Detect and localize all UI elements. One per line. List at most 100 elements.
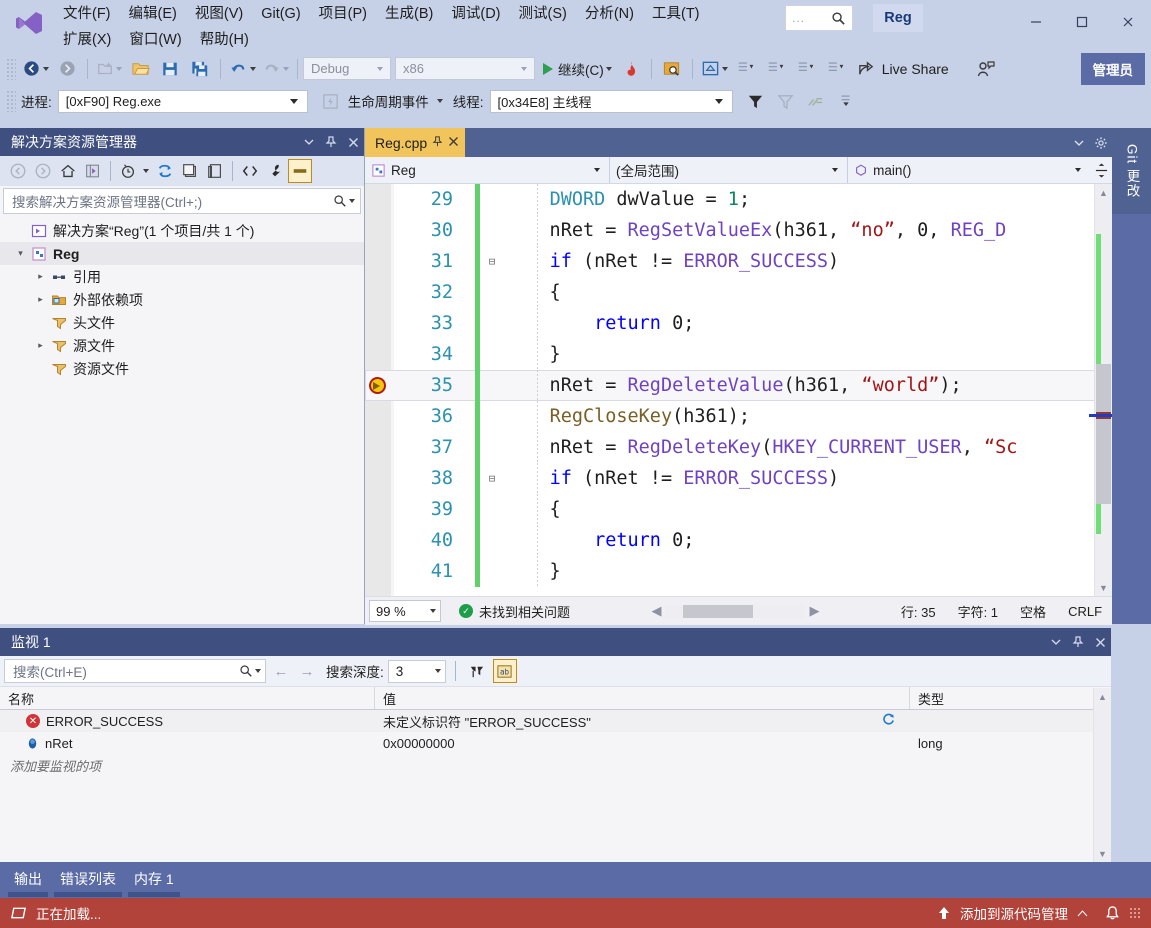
column-header-name[interactable]: 名称 — [0, 687, 375, 709]
continue-button[interactable]: 继续(C) — [539, 56, 616, 82]
tree-twisty[interactable]: ▾ — [12, 248, 29, 259]
window-layout-button-3[interactable] — [791, 56, 821, 82]
scroll-left-icon[interactable]: ◀ — [651, 603, 661, 619]
tab-list-dropdown-button[interactable] — [1068, 128, 1090, 157]
pin-filter-icon[interactable] — [465, 659, 489, 683]
save-button[interactable] — [155, 56, 185, 82]
thread-marker-button[interactable] — [801, 88, 831, 114]
show-all-files-icon[interactable] — [203, 159, 227, 183]
tab-error-list[interactable]: 错误列表 — [54, 867, 122, 897]
menu-analyze[interactable]: 分析(N) — [576, 2, 643, 26]
watch-add-row[interactable]: 添加要监视的项 — [0, 754, 1111, 776]
watch-vertical-scrollbar[interactable]: ▲ ▼ — [1093, 688, 1111, 862]
chevron-down-icon[interactable] — [255, 669, 261, 673]
code-line[interactable]: 29 DWORD dwValue = 1; — [365, 184, 1112, 215]
preview-selected-items-icon[interactable] — [288, 159, 312, 183]
column-header-type[interactable]: 类型 — [910, 687, 1094, 709]
code-line[interactable]: 41 } — [365, 556, 1112, 587]
home-icon[interactable] — [56, 159, 80, 183]
flag-filter-button[interactable] — [741, 88, 771, 114]
menu-test[interactable]: 测试(S) — [510, 2, 576, 26]
tree-twisty[interactable]: ▸ — [32, 271, 49, 282]
tree-item-solution[interactable]: 解决方案“Reg”(1 个项目/共 1 个) — [0, 219, 364, 242]
navigate-forward-button[interactable] — [52, 56, 82, 82]
pending-changes-icon[interactable] — [116, 159, 140, 183]
gear-icon[interactable] — [1090, 128, 1112, 157]
menu-tools[interactable]: 工具(T) — [643, 2, 709, 26]
send-feedback-button[interactable] — [971, 56, 1001, 82]
menu-build[interactable]: 生成(B) — [376, 2, 442, 26]
tree-item-resource-files[interactable]: 资源文件 — [0, 357, 364, 380]
toolbar-grip[interactable] — [6, 57, 16, 80]
watch-search-input[interactable]: 搜索(Ctrl+E) — [4, 659, 266, 683]
solution-configuration-combo[interactable]: Debug — [303, 57, 391, 80]
watch-row[interactable]: nRet 0x00000000 long — [0, 732, 1111, 754]
scroll-down-icon[interactable]: ▼ — [1094, 845, 1111, 862]
redo-button[interactable] — [259, 56, 292, 82]
new-project-button[interactable] — [93, 56, 125, 82]
quick-search-box[interactable]: ... — [785, 5, 853, 31]
properties-icon[interactable] — [263, 159, 287, 183]
code-line[interactable]: 39 { — [365, 494, 1112, 525]
close-button[interactable] — [1105, 0, 1151, 44]
collapse-all-icon[interactable] — [178, 159, 202, 183]
refresh-icon[interactable] — [881, 712, 896, 730]
editor-horizontal-scrollbar[interactable]: ◀ ▶ — [651, 603, 819, 619]
forward-icon[interactable] — [31, 159, 55, 183]
toolbar-grip[interactable] — [6, 90, 16, 112]
menu-help[interactable]: 帮助(H) — [191, 28, 258, 52]
code-line[interactable]: 38 ⊟ if (nRet != ERROR_SUCCESS) — [365, 463, 1112, 494]
tab-memory-1[interactable]: 内存 1 — [128, 867, 180, 897]
view-code-icon[interactable] — [238, 159, 262, 183]
live-visual-tree-button[interactable] — [698, 56, 731, 82]
tab-output[interactable]: 输出 — [8, 867, 48, 897]
menu-extensions[interactable]: 扩展(X) — [54, 28, 120, 52]
notifications-bell-icon[interactable] — [1105, 905, 1120, 921]
code-line[interactable]: 31 ⊟ if (nRet != ERROR_SUCCESS) — [365, 246, 1112, 277]
code-line[interactable]: 30 nRet = RegSetValueEx(h361, “no”, 0, R… — [365, 215, 1112, 246]
menu-view[interactable]: 视图(V) — [186, 2, 252, 26]
panel-close-button[interactable] — [1089, 629, 1111, 655]
thread-combo[interactable]: [0x34E8] 主线程 — [489, 89, 733, 113]
columns-options-button[interactable] — [831, 88, 861, 114]
code-line[interactable]: 34 } — [365, 339, 1112, 370]
scroll-right-icon[interactable]: ▶ — [809, 603, 819, 619]
panel-dropdown-button[interactable] — [298, 129, 320, 155]
search-solution-button[interactable] — [657, 56, 687, 82]
panel-pin-button[interactable] — [1067, 629, 1089, 655]
menu-project[interactable]: 项目(P) — [310, 2, 376, 26]
watch-row-value[interactable]: 0x00000000 — [375, 736, 910, 751]
issues-status[interactable]: ✓ 未找到相关问题 — [459, 602, 570, 621]
tree-twisty[interactable]: ▸ — [32, 340, 49, 351]
chevron-up-icon[interactable] — [1077, 909, 1088, 918]
fold-toggle[interactable]: ⊟ — [485, 472, 499, 485]
window-layout-button-4[interactable] — [821, 56, 851, 82]
search-previous-icon[interactable]: ← — [270, 659, 292, 683]
refresh-icon[interactable] — [153, 159, 177, 183]
pin-icon[interactable] — [432, 135, 443, 150]
search-depth-combo[interactable]: 3 — [387, 659, 446, 683]
tree-twisty[interactable]: ▸ — [32, 294, 49, 305]
back-icon[interactable] — [6, 159, 30, 183]
tab-reg-cpp[interactable]: Reg.cpp — [365, 128, 466, 157]
resize-grip[interactable] — [1129, 907, 1141, 919]
switch-views-icon[interactable] — [81, 159, 105, 183]
panel-close-button[interactable] — [342, 129, 364, 155]
split-window-icon[interactable] — [1090, 163, 1112, 178]
process-combo[interactable]: [0xF90] Reg.exe — [57, 89, 308, 113]
menu-file[interactable]: 文件(F) — [54, 2, 120, 26]
code-line[interactable]: 40 return 0; — [365, 525, 1112, 556]
close-icon[interactable] — [448, 135, 459, 150]
tree-item-header-files[interactable]: 头文件 — [0, 311, 364, 334]
solution-explorer-search-input[interactable]: 搜索解决方案资源管理器(Ctrl+;) — [3, 188, 361, 214]
menu-window[interactable]: 窗口(W) — [120, 28, 190, 52]
search-next-icon[interactable]: → — [296, 659, 318, 683]
menu-git[interactable]: Git(G) — [252, 2, 309, 26]
scroll-up-icon[interactable]: ▲ — [1094, 688, 1111, 705]
tree-item-external-dependencies[interactable]: ▸ 外部依赖项 — [0, 288, 364, 311]
maximize-button[interactable] — [1059, 0, 1105, 44]
panel-pin-button[interactable] — [320, 129, 342, 155]
save-all-button[interactable] — [185, 56, 215, 82]
zoom-level-combo[interactable]: 99 % — [369, 600, 441, 622]
window-layout-button-1[interactable] — [731, 56, 761, 82]
